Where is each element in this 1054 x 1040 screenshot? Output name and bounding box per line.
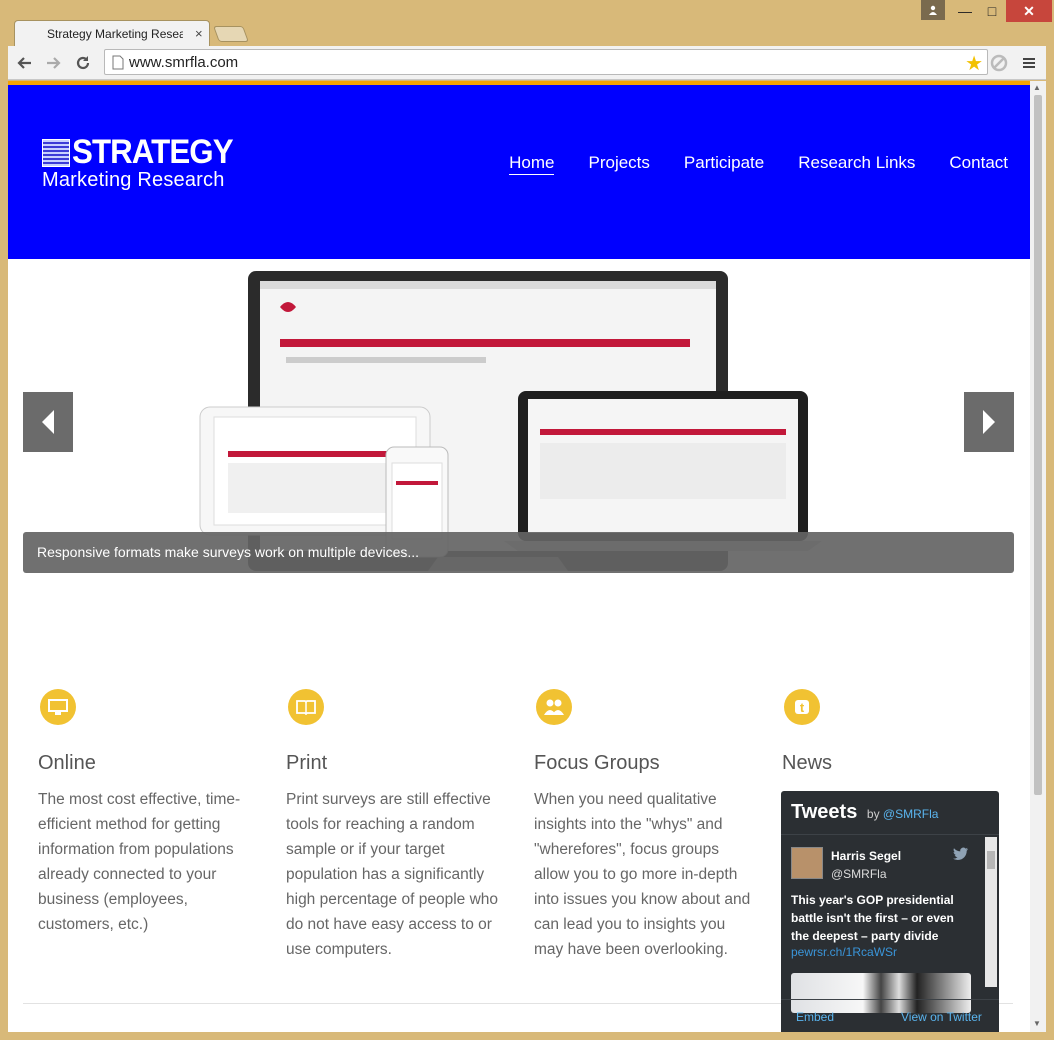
window-maximize-button[interactable]: □ [978,0,1006,22]
user-icon [929,5,937,15]
forward-button[interactable] [42,52,64,74]
tweet-author-name[interactable]: Harris Segel [831,849,901,863]
window-close-button[interactable]: ✕ [1006,0,1052,22]
browser-toolbar: www.smrfla.com ★ [8,46,1046,80]
tab-close-icon[interactable]: × [195,26,203,41]
users-icon [536,689,572,725]
devices-image [199,271,822,571]
svg-text:t: t [800,700,805,715]
menu-button[interactable] [1018,52,1040,74]
embed-link[interactable]: Embed [796,1010,834,1024]
feature-title: Print [286,752,328,774]
user-profile-button[interactable] [921,0,945,20]
bookmark-star-icon[interactable]: ★ [965,51,983,76]
site-logo[interactable]: STRATEGY Marketing Research [42,133,247,192]
feature-title: Online [38,752,96,774]
monitor-icon [40,689,76,725]
feature-text: Print surveys are still effective tools … [286,791,498,958]
scroll-down-icon[interactable]: ▼ [1033,1019,1041,1028]
image-slider: Responsive formats make surveys work on … [8,259,1030,575]
chevron-right-icon [983,410,995,434]
page-scrollbar[interactable]: ▲ ▼ [1030,81,1046,1032]
slider-next-button[interactable] [964,392,1014,452]
new-tab-button[interactable] [213,26,249,42]
view-on-twitter-link[interactable]: View on Twitter [901,1010,982,1024]
address-bar[interactable]: www.smrfla.com ★ [104,49,988,75]
scroll-up-icon[interactable]: ▲ [1033,83,1041,92]
avatar[interactable] [791,847,823,879]
back-arrow-icon [17,57,31,69]
nav-projects[interactable]: Projects [588,153,649,175]
twitter-by-label: by @SMRFla [866,807,939,821]
twitter-widget: Tweets by @SMRFla Harris Segel @SMRFla T… [781,791,999,1032]
twitter-scrollbar[interactable] [985,837,997,987]
nav-contact[interactable]: Contact [949,153,1008,175]
browser-tab[interactable]: Strategy Marketing Resea × [14,20,210,46]
extension-button[interactable] [988,52,1010,74]
forward-arrow-icon [47,57,61,69]
tweet-author-handle[interactable]: @SMRFla [831,867,887,881]
twitter-bird-icon[interactable] [953,847,969,864]
twitter-scroll-thumb[interactable] [987,851,995,869]
slider-prev-button[interactable] [23,392,73,452]
nav-research-links[interactable]: Research Links [798,153,915,175]
nav-home[interactable]: Home [509,153,555,175]
twitter-widget-header: Tweets by @SMRFla [781,791,999,835]
url-text: www.smrfla.com [129,53,239,71]
twitter-handle-link[interactable]: @SMRFla [883,807,939,821]
feature-online: Online The most cost effective, time-eff… [38,689,258,937]
window-minimize-button[interactable]: — [952,0,978,22]
tweet-list[interactable]: Harris Segel @SMRFla This year's GOP pre… [781,835,999,1013]
logo-emblem-icon [42,139,70,167]
tab-title: Strategy Marketing Resea [47,26,183,41]
book-icon [288,689,324,725]
feature-news: t News [782,689,1002,775]
reload-icon [76,56,90,70]
reload-button[interactable] [72,52,94,74]
feature-text: When you need qualitative insights into … [534,791,751,958]
feature-title: News [782,752,833,774]
tweet-text: This year's GOP presidential battle isn'… [791,893,954,943]
nav-participate[interactable]: Participate [684,153,764,175]
logo-subtitle: Marketing Research [42,169,225,191]
site-header: STRATEGY Marketing Research Home Project… [8,81,1030,259]
twitter-widget-title: Tweets [791,801,858,823]
twitter-widget-footer: Embed View on Twitter [781,999,999,1032]
page-scroll-thumb[interactable] [1034,95,1042,795]
tumblr-icon: t [784,689,820,725]
page-viewport: STRATEGY Marketing Research Home Project… [8,81,1046,1032]
blocked-icon [990,54,1008,72]
feature-title: Focus Groups [534,752,660,774]
page-icon [112,55,124,70]
feature-text: The most cost effective, time-efficient … [38,791,241,933]
feature-print: Print Print surveys are still effective … [286,689,506,962]
logo-title: STRATEGY [72,133,234,171]
slider-caption: Responsive formats make surveys work on … [23,532,1014,573]
feature-focus-groups: Focus Groups When you need qualitative i… [534,689,754,962]
tweet-link[interactable]: pewrsr.ch/1RcaWSr [791,945,897,959]
main-nav: Home Projects Participate Research Links… [509,153,1008,175]
chevron-left-icon [42,410,54,434]
hamburger-menu-icon [1023,58,1035,68]
back-button[interactable] [14,52,36,74]
